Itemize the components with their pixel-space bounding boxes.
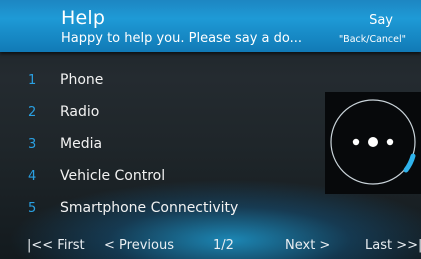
next-page-button[interactable]: Next >	[285, 238, 330, 253]
prompt-subtitle: Happy to help you. Please say a do...	[61, 31, 302, 46]
menu-item-number: 3	[28, 137, 37, 152]
page-indicator: 1/2	[213, 238, 234, 253]
page-title: Help	[61, 7, 106, 29]
say-label: Say	[369, 13, 393, 28]
menu-item-number: 5	[28, 201, 37, 216]
menu-item-label: Phone	[60, 72, 104, 88]
header-bar: Help Happy to help you. Please say a do.…	[0, 0, 421, 52]
voice-help-screen: Help Happy to help you. Please say a do.…	[0, 0, 421, 259]
menu-item-label: Media	[60, 136, 103, 152]
menu-item-phone[interactable]: 1 Phone	[0, 64, 320, 96]
pagination-bar: |<< First < Previous 1/2 Next > Last >>|	[0, 236, 421, 256]
first-page-button[interactable]: |<< First	[27, 238, 85, 253]
last-page-button[interactable]: Last >>|	[365, 238, 421, 253]
previous-page-button[interactable]: < Previous	[104, 238, 174, 253]
voice-listening-indicator	[325, 92, 421, 194]
menu-item-label: Radio	[60, 104, 100, 120]
menu-item-label: Smartphone Connectivity	[60, 200, 239, 216]
menu-item-number: 1	[28, 73, 37, 88]
menu-item-smartphone-connectivity[interactable]: 5 Smartphone Connectivity	[0, 192, 320, 224]
menu-item-media[interactable]: 3 Media	[0, 128, 320, 160]
menu-item-number: 2	[28, 105, 37, 120]
menu-item-vehicle-control[interactable]: 4 Vehicle Control	[0, 160, 320, 192]
say-hint: "Back/Cancel"	[338, 34, 406, 45]
help-menu-list: 1 Phone 2 Radio 3 Media 4 Vehicle Contro…	[0, 64, 320, 224]
menu-item-number: 4	[28, 169, 37, 184]
listening-dots-icon	[330, 99, 416, 185]
menu-item-label: Vehicle Control	[60, 168, 166, 184]
menu-item-radio[interactable]: 2 Radio	[0, 96, 320, 128]
